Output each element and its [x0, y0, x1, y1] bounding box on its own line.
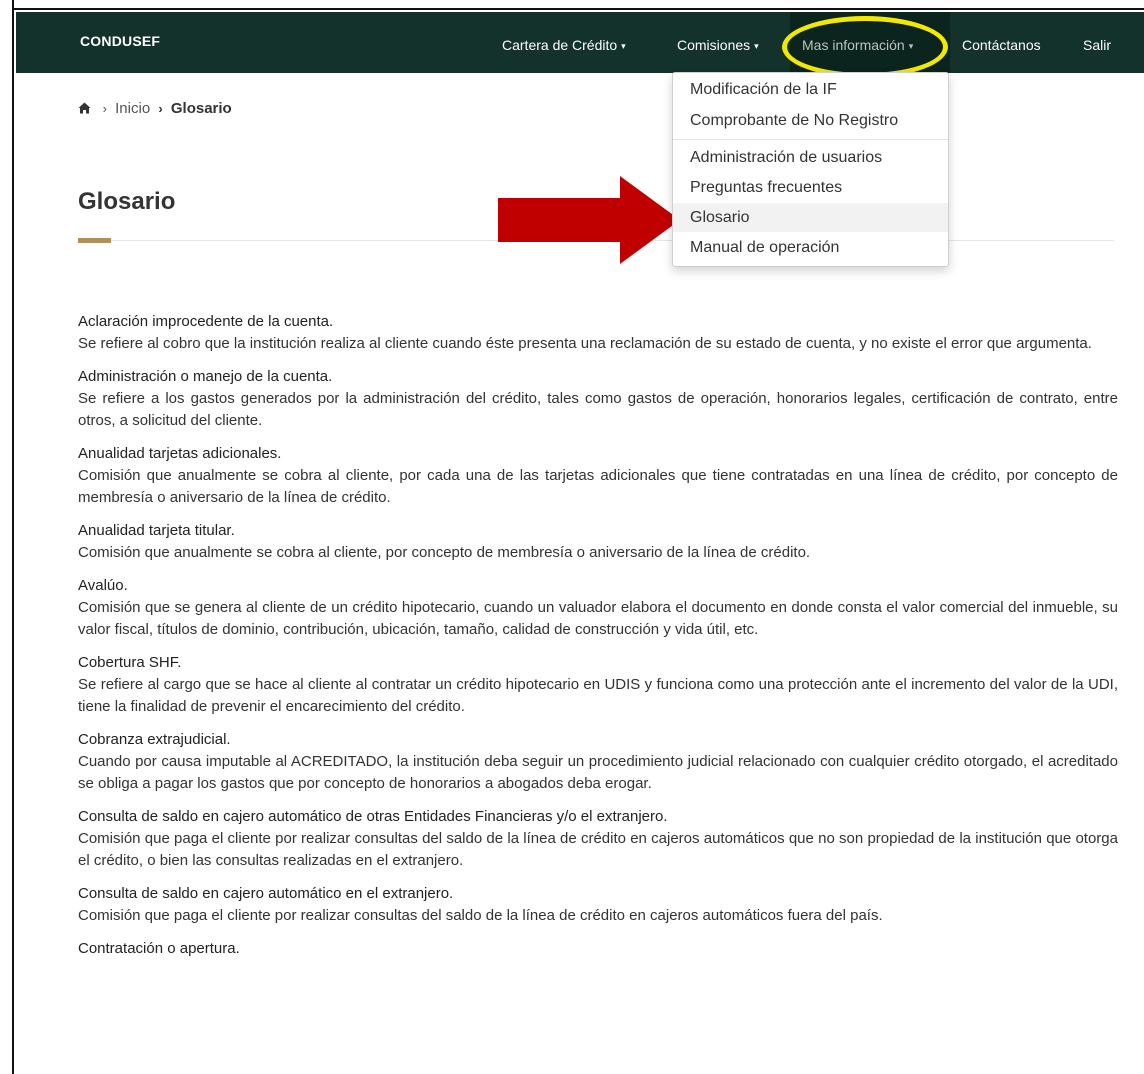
breadcrumb-separator: ›	[102, 101, 107, 116]
nav-contactanos[interactable]: Contáctanos	[962, 37, 1041, 53]
glossary-definition: Comisión que paga el cliente por realiza…	[78, 830, 1118, 869]
nav-cartera-de-credito[interactable]: Cartera de Crédito ▾	[502, 37, 626, 53]
glossary-term: Cobertura SHF.	[78, 654, 182, 671]
glossary-entry: Consulta de saldo en cajero automático e…	[78, 883, 1118, 927]
caret-down-icon: ▾	[621, 41, 626, 51]
glossary-term: Aclaración improcedente de la cuenta.	[78, 313, 334, 330]
arrow-right-icon	[498, 176, 680, 264]
glossary-term: Contratación o apertura.	[78, 940, 240, 957]
glossary-entry: Anualidad tarjeta titular. Comisión que …	[78, 520, 1118, 564]
glossary-definition: Comisión que anualmente se cobra al clie…	[78, 467, 1118, 506]
menu-item-manual-operacion[interactable]: Manual de operación	[673, 233, 948, 262]
glossary-definition: Comisión que se genera al cliente de un …	[78, 599, 1118, 638]
page-title: Glosario	[78, 188, 176, 215]
glossary-term: Anualidad tarjeta titular.	[78, 522, 235, 539]
title-accent-bar	[78, 238, 111, 243]
nav-salir[interactable]: Salir	[1083, 37, 1111, 53]
glossary-term: Consulta de saldo en cajero automático e…	[78, 885, 454, 902]
glossary-entry: Anualidad tarjetas adicionales. Comisión…	[78, 443, 1118, 509]
glossary-entry: Contratación o apertura.	[78, 938, 1118, 960]
glossary-term: Consulta de saldo en cajero automático d…	[78, 808, 668, 825]
breadcrumb-inicio-link[interactable]: Inicio	[115, 100, 150, 117]
glossary-term: Administración o manejo de la cuenta.	[78, 368, 333, 385]
menu-item-glosario[interactable]: Glosario	[673, 203, 948, 232]
glossary-entry: Cobranza extrajudicial. Cuando por causa…	[78, 729, 1118, 795]
glossary-term: Cobranza extrajudicial.	[78, 731, 231, 748]
frame-top-border	[14, 0, 1144, 10]
home-icon[interactable]	[78, 101, 95, 116]
breadcrumb-current: Glosario	[170, 100, 232, 117]
brand-logo[interactable]: CONDUSEF	[80, 33, 160, 49]
glossary-definition: Se refiere al cargo que se hace al clien…	[78, 676, 1118, 715]
caret-down-icon: ▾	[754, 41, 759, 51]
glossary-definition: Se refiere al cobro que la institución r…	[78, 335, 1092, 352]
glossary-term: Anualidad tarjetas adicionales.	[78, 445, 282, 462]
breadcrumb: › Inicio › Glosario	[78, 100, 232, 117]
top-navbar: CONDUSEF Cartera de Crédito ▾ Comisiones ▾…	[16, 12, 1144, 73]
breadcrumb-separator: ›	[158, 101, 163, 116]
mas-informacion-dropdown: Modificación de la IF Comprobante de No …	[672, 72, 949, 267]
glossary-entry: Aclaración improcedente de la cuenta. Se…	[78, 311, 1118, 355]
glossary-entry: Administración o manejo de la cuenta. Se…	[78, 366, 1118, 432]
nav-comisiones[interactable]: Comisiones ▾	[677, 37, 759, 53]
glossary-definition: Se refiere a los gastos generados por la…	[78, 390, 1118, 429]
glossary-list: Aclaración improcedente de la cuenta. Se…	[78, 311, 1118, 971]
menu-item-administracion-usuarios[interactable]: Administración de usuarios	[673, 143, 948, 172]
nav-label: Cartera de Crédito	[502, 37, 618, 53]
frame-left-border	[0, 0, 14, 1074]
glossary-entry: Cobertura SHF. Se refiere al cargo que s…	[78, 652, 1118, 718]
glossary-definition: Comisión que paga el cliente por realiza…	[78, 907, 883, 924]
highlight-ring-annotation	[782, 16, 948, 78]
glossary-term: Avalúo.	[78, 577, 128, 594]
menu-item-preguntas-frecuentes[interactable]: Preguntas frecuentes	[673, 173, 948, 202]
nav-label: Comisiones	[677, 37, 751, 53]
glossary-entry: Avalúo. Comisión que se genera al client…	[78, 575, 1118, 641]
menu-divider	[673, 139, 948, 140]
glossary-entry: Consulta de saldo en cajero automático d…	[78, 806, 1118, 872]
glossary-definition: Comisión que anualmente se cobra al clie…	[78, 544, 811, 561]
menu-item-modificacion-if[interactable]: Modificación de la IF	[673, 75, 948, 104]
menu-item-comprobante-no-registro[interactable]: Comprobante de No Registro	[673, 106, 948, 135]
glossary-definition: Cuando por causa imputable al ACREDITADO…	[78, 753, 1118, 792]
